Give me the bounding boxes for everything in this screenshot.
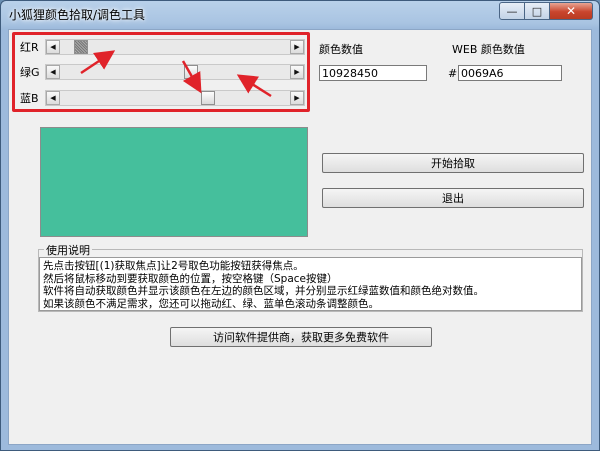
usage-line: 如果该颜色不满足需求，您还可以拖动红、绿、蓝单色滚动条调整颜色。 (43, 297, 379, 310)
client-area: 红R ◀ ▶ 绿G ◀ ▶ 蓝B ◀ ▶ 颜色数值 10928450 WEB 颜… (8, 29, 592, 445)
green-right-arrow-icon[interactable]: ▶ (290, 65, 304, 79)
usage-line: 先点击按钮[(1)获取焦点]让2号取色功能按钮获得焦点。 (43, 260, 304, 272)
red-left-arrow-icon[interactable]: ◀ (46, 40, 60, 54)
green-scrollbar[interactable]: ◀ ▶ (45, 64, 305, 80)
app-window: 小狐狸颜色拾取/调色工具 — □ ✕ 红R ◀ ▶ 绿G ◀ ▶ 蓝B ◀ ▶ … (0, 0, 600, 451)
hash-symbol: # (448, 67, 458, 80)
color-value-input[interactable] (319, 65, 427, 81)
usage-textbox[interactable]: 先点击按钮[(1)获取焦点]让2号取色功能按钮获得焦点。 然后将鼠标移动到要获取颜… (39, 257, 582, 311)
usage-line: 然后将鼠标移动到要获取颜色的位置，按空格键（Space按键） (43, 272, 338, 285)
close-button[interactable]: ✕ (550, 2, 593, 20)
web-color-input[interactable] (458, 65, 562, 81)
red-scrollbar[interactable]: ◀ ▶ (45, 39, 305, 55)
blue-scrollbar[interactable]: ◀ ▶ (45, 90, 305, 106)
usage-title: 使用说明 (44, 242, 92, 258)
start-pick-button[interactable]: 开始拾取 (322, 153, 584, 173)
blue-right-arrow-icon[interactable]: ▶ (290, 91, 304, 105)
red-scroll-thumb[interactable] (73, 40, 88, 54)
web-color-label: WEB 颜色数值 (452, 43, 525, 56)
slider-row-red: 红R ◀ ▶ (20, 39, 305, 55)
exit-button[interactable]: 退出 (322, 188, 584, 208)
window-title: 小狐狸颜色拾取/调色工具 (9, 8, 146, 22)
window-controls: — □ ✕ (499, 2, 593, 20)
slider-row-blue: 蓝B ◀ ▶ (20, 90, 305, 106)
title-bar[interactable]: 小狐狸颜色拾取/调色工具 — □ ✕ (1, 1, 599, 27)
minimize-button[interactable]: — (499, 2, 525, 20)
maximize-button[interactable]: □ (525, 2, 550, 20)
usage-groupbox: 使用说明 先点击按钮[(1)获取焦点]让2号取色功能按钮获得焦点。 然后将鼠标移动… (38, 242, 583, 312)
color-value-label: 颜色数值 (319, 43, 363, 56)
blue-scroll-thumb[interactable] (200, 91, 215, 105)
usage-line: 软件将自动获取颜色并显示该颜色在左边的颜色区域，并分别显示红绿蓝数值和颜色绝对数… (43, 285, 484, 297)
blue-label: 蓝B (20, 92, 39, 105)
green-scroll-thumb[interactable] (183, 65, 198, 79)
visit-vendor-button[interactable]: 访问软件提供商，获取更多免费软件 (170, 327, 432, 347)
green-left-arrow-icon[interactable]: ◀ (46, 65, 60, 79)
color-preview-swatch (40, 127, 308, 237)
slider-row-green: 绿G ◀ ▶ (20, 64, 305, 80)
blue-left-arrow-icon[interactable]: ◀ (46, 91, 60, 105)
red-right-arrow-icon[interactable]: ▶ (290, 40, 304, 54)
green-label: 绿G (20, 66, 40, 79)
red-label: 红R (20, 41, 39, 54)
rgb-slider-group: 红R ◀ ▶ 绿G ◀ ▶ 蓝B ◀ ▶ (12, 32, 310, 112)
